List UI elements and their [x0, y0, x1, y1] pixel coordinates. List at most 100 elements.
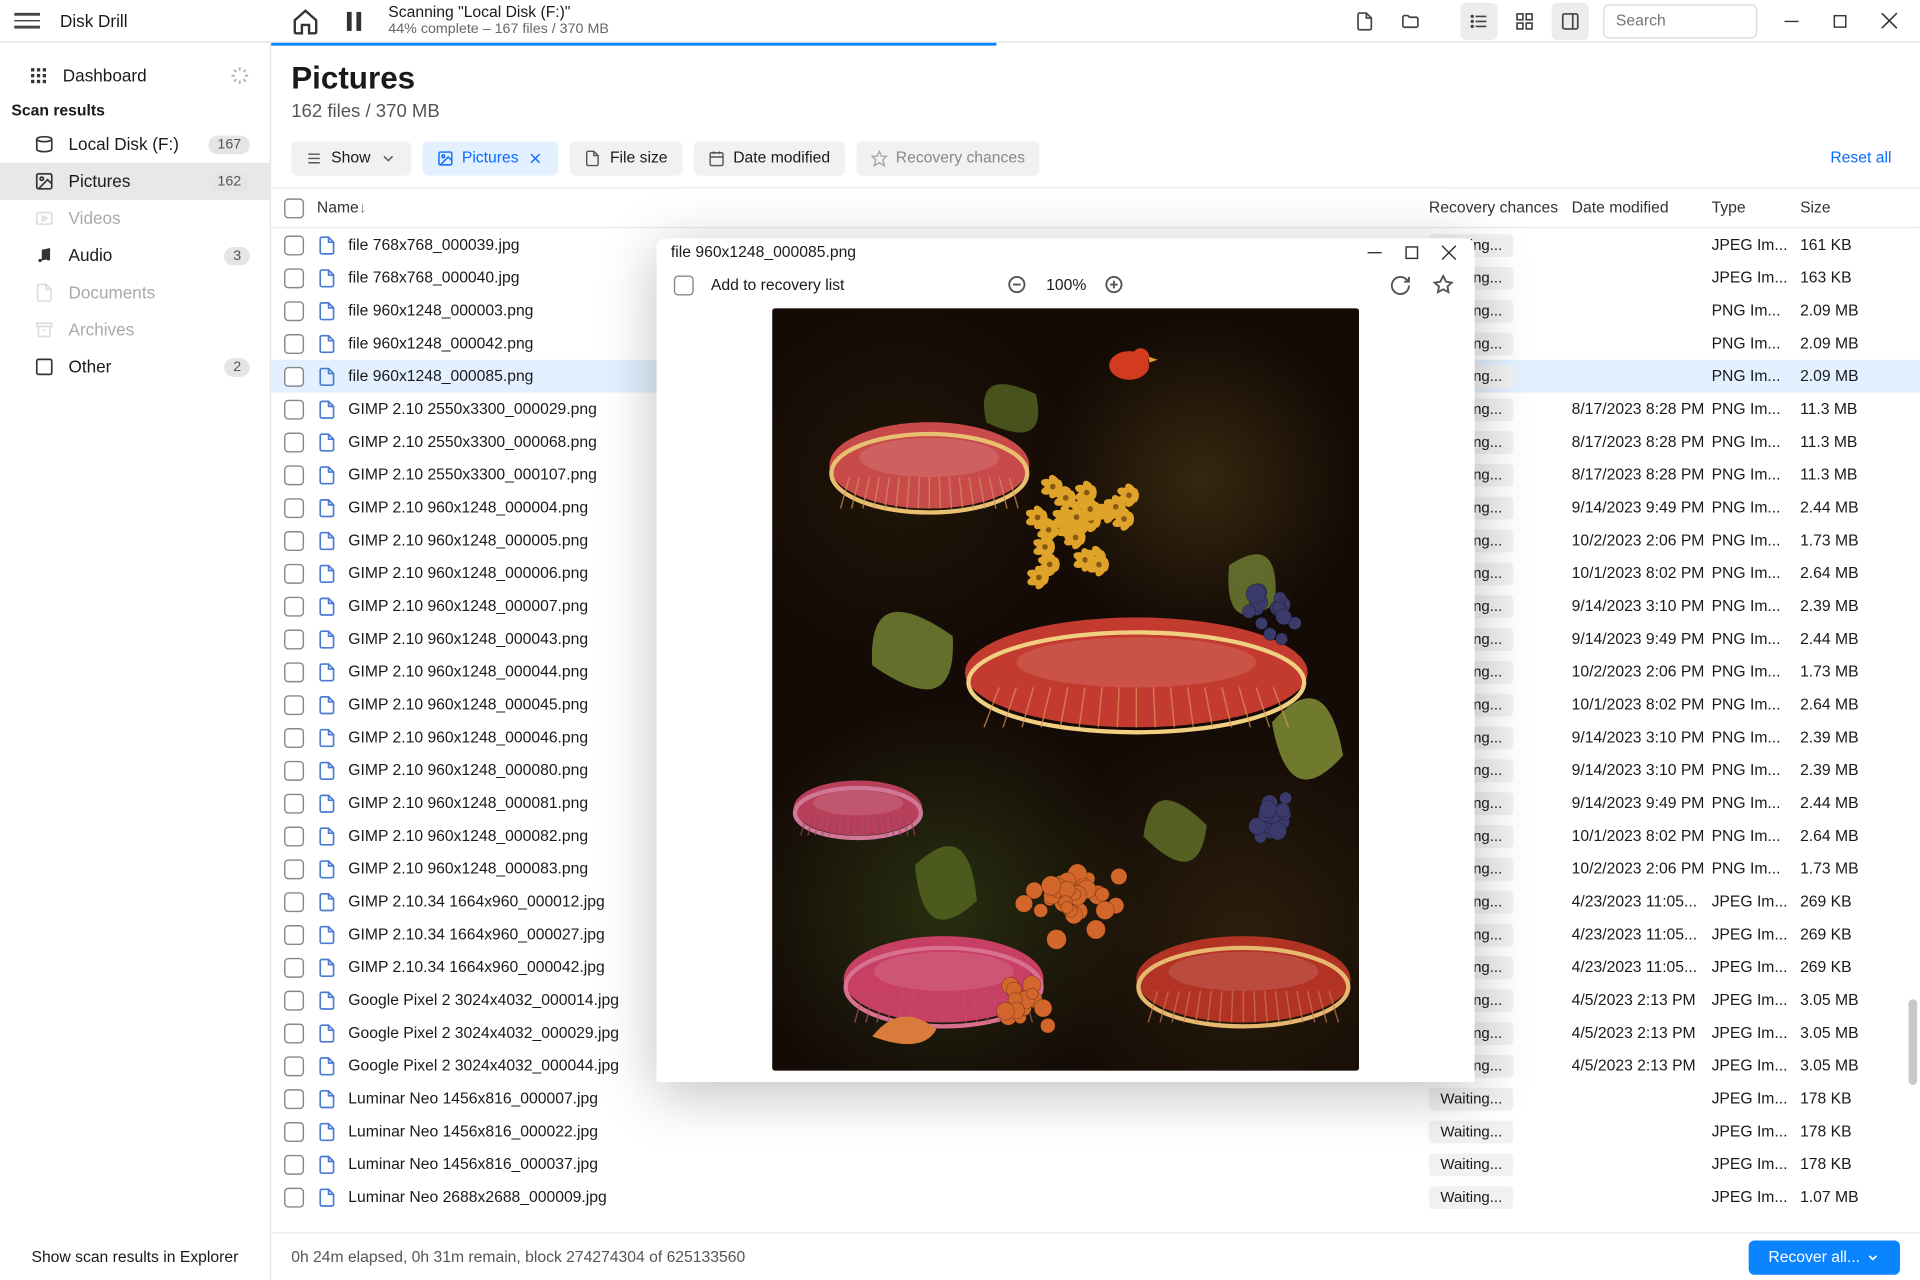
- sidebar-item-local-disk-f-[interactable]: Local Disk (F:)167: [0, 126, 270, 163]
- row-checkbox[interactable]: [284, 1056, 304, 1076]
- row-checkbox[interactable]: [284, 465, 304, 485]
- row-checkbox[interactable]: [284, 268, 304, 288]
- row-checkbox[interactable]: [284, 530, 304, 550]
- date-modified: 4/5/2023 2:13 PM: [1572, 1024, 1712, 1041]
- row-checkbox[interactable]: [284, 1154, 304, 1174]
- row-checkbox[interactable]: [284, 990, 304, 1010]
- row-checkbox[interactable]: [284, 662, 304, 682]
- sidebar-item-videos[interactable]: Videos: [0, 200, 270, 237]
- row-checkbox[interactable]: [284, 760, 304, 780]
- toolbar-folder-button[interactable]: [1392, 2, 1429, 39]
- row-checkbox[interactable]: [284, 497, 304, 517]
- row-checkbox[interactable]: [284, 891, 304, 911]
- col-type[interactable]: Type: [1712, 199, 1801, 216]
- row-checkbox[interactable]: [284, 826, 304, 846]
- table-row[interactable]: Luminar Neo 1456x816_000037.jpgWaiting..…: [271, 1148, 1920, 1181]
- window-close[interactable]: [1869, 2, 1909, 39]
- file-name: Luminar Neo 1456x816_000007.jpg: [348, 1090, 598, 1107]
- sidebar-item-label: Videos: [69, 208, 121, 228]
- table-row[interactable]: Luminar Neo 1456x816_000007.jpgWaiting..…: [271, 1082, 1920, 1115]
- filter-filesize[interactable]: File size: [570, 141, 682, 175]
- row-checkbox[interactable]: [284, 694, 304, 714]
- toolbar-file-button[interactable]: [1346, 2, 1383, 39]
- table-row[interactable]: Luminar Neo 2688x2688_000009.jpgWaiting.…: [271, 1181, 1920, 1214]
- show-dropdown[interactable]: Show: [291, 141, 410, 175]
- col-recovery[interactable]: Recovery chances: [1429, 199, 1572, 216]
- date-modified: 10/2/2023 2:06 PM: [1572, 860, 1712, 877]
- row-checkbox[interactable]: [284, 563, 304, 583]
- window-minimize[interactable]: [1772, 2, 1812, 39]
- row-checkbox[interactable]: [284, 924, 304, 944]
- filter-recovery[interactable]: Recovery chances: [856, 141, 1039, 175]
- row-checkbox[interactable]: [284, 859, 304, 879]
- filter-pictures[interactable]: Pictures: [422, 141, 559, 175]
- sidebar-item-audio[interactable]: Audio3: [0, 237, 270, 274]
- col-date[interactable]: Date modified: [1572, 199, 1712, 216]
- sidebar-item-pictures[interactable]: Pictures162: [0, 163, 270, 200]
- row-checkbox[interactable]: [284, 1187, 304, 1207]
- row-checkbox[interactable]: [284, 1088, 304, 1108]
- row-checkbox[interactable]: [284, 1023, 304, 1043]
- preview-maximize[interactable]: [1398, 239, 1427, 268]
- rotate-button[interactable]: [1386, 271, 1415, 300]
- file-type: JPEG Im...: [1712, 926, 1801, 943]
- filter-date[interactable]: Date modified: [693, 141, 844, 175]
- file-name: GIMP 2.10 960x1248_000005.png: [348, 532, 588, 549]
- window-maximize[interactable]: [1820, 2, 1860, 39]
- show-in-explorer[interactable]: Show scan results in Explorer: [0, 1235, 270, 1280]
- count-badge: 167: [209, 135, 250, 154]
- sidebar-item-documents[interactable]: Documents: [0, 274, 270, 311]
- table-row[interactable]: Luminar Neo 1456x816_000022.jpgWaiting..…: [271, 1115, 1920, 1148]
- preview-window[interactable]: file 960x1248_000085.png Add to recovery…: [657, 238, 1475, 1082]
- grid-icon: [29, 66, 49, 86]
- row-checkbox[interactable]: [284, 793, 304, 813]
- home-button[interactable]: [291, 6, 320, 35]
- view-grid-button[interactable]: [1506, 2, 1543, 39]
- sidebar-item-archives[interactable]: Archives: [0, 311, 270, 348]
- row-checkbox[interactable]: [284, 629, 304, 649]
- file-name: Luminar Neo 1456x816_000037.jpg: [348, 1156, 598, 1173]
- date-modified: 9/14/2023 9:49 PM: [1572, 499, 1712, 516]
- row-checkbox[interactable]: [284, 366, 304, 386]
- row-checkbox[interactable]: [284, 596, 304, 616]
- row-checkbox[interactable]: [284, 727, 304, 747]
- zoom-level: 100%: [1046, 276, 1086, 293]
- scrollbar[interactable]: [1909, 999, 1918, 1085]
- file-size: 3.05 MB: [1800, 1057, 1903, 1074]
- row-checkbox[interactable]: [284, 300, 304, 320]
- zoom-out-button[interactable]: [1003, 271, 1032, 300]
- row-checkbox[interactable]: [284, 399, 304, 419]
- add-recovery-checkbox[interactable]: [674, 275, 694, 295]
- footer-status: 0h 24m elapsed, 0h 31m remain, block 274…: [291, 1248, 745, 1265]
- row-checkbox[interactable]: [284, 432, 304, 452]
- col-name[interactable]: Name↓: [317, 199, 1429, 216]
- row-checkbox[interactable]: [284, 1121, 304, 1141]
- pause-button[interactable]: [340, 6, 369, 35]
- file-size: 269 KB: [1800, 959, 1903, 976]
- select-all-checkbox[interactable]: [284, 198, 304, 218]
- sidebar-dashboard[interactable]: Dashboard: [0, 57, 270, 94]
- reset-filters[interactable]: Reset all: [1830, 150, 1900, 167]
- sort-icon: ↓: [359, 199, 375, 216]
- file-type: PNG Im...: [1712, 466, 1801, 483]
- close-icon[interactable]: [527, 150, 544, 167]
- search-box[interactable]: [1603, 4, 1757, 38]
- view-preview-button[interactable]: [1552, 2, 1589, 39]
- row-checkbox[interactable]: [284, 333, 304, 353]
- row-checkbox[interactable]: [284, 235, 304, 255]
- view-list-button[interactable]: [1460, 2, 1497, 39]
- preview-close[interactable]: [1435, 239, 1464, 268]
- file-size: 2.64 MB: [1800, 565, 1903, 582]
- menu-button[interactable]: [14, 8, 40, 34]
- sidebar-item-other[interactable]: Other2: [0, 348, 270, 385]
- file-size: 163 KB: [1800, 269, 1903, 286]
- row-checkbox[interactable]: [284, 957, 304, 977]
- zoom-in-button[interactable]: [1101, 271, 1130, 300]
- file-type: JPEG Im...: [1712, 893, 1801, 910]
- pin-button[interactable]: [1429, 271, 1458, 300]
- col-size[interactable]: Size: [1800, 199, 1903, 216]
- count-badge: 162: [209, 172, 250, 191]
- preview-minimize[interactable]: [1360, 239, 1389, 268]
- recover-all-button[interactable]: Recover all...: [1748, 1240, 1900, 1274]
- file-name: GIMP 2.10.34 1664x960_000012.jpg: [348, 893, 604, 910]
